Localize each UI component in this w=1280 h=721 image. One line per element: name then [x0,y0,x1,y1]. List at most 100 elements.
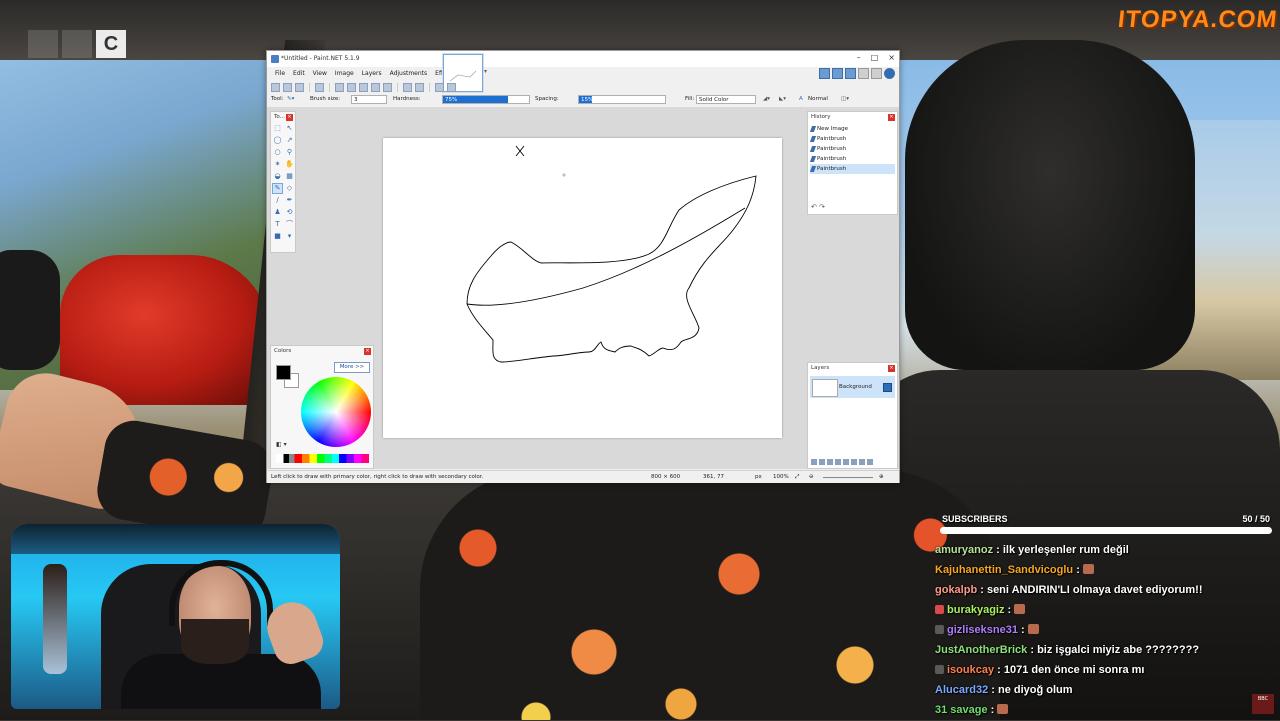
chat-username[interactable]: isoukcay [947,664,994,676]
minimize-button[interactable]: – [857,53,861,62]
history-undo-redo-icons[interactable]: ↶ ↷ [811,203,825,211]
ruler-icon[interactable] [447,82,456,92]
move-pixels-icon[interactable]: ↗ [285,136,294,145]
paste-icon[interactable] [359,82,368,92]
tools-panel-close-button[interactable]: × [286,114,293,121]
selection-mode-icon[interactable]: ◫▾ [841,96,849,102]
zoom-in-icon[interactable]: ⊕ [879,471,884,483]
eraser-icon[interactable]: ◇ [285,184,294,193]
chat-username[interactable]: burakyagiz [947,604,1004,616]
shapes-dropdown-icon[interactable]: ▾ [285,232,294,241]
image-list-dropdown-icon[interactable]: ▾ [484,68,487,75]
tools-toggle-icon[interactable] [819,68,830,79]
alpha-blend-icon[interactable]: ◣▾ [779,96,786,102]
text-icon[interactable]: T [273,220,282,229]
duplicate-layer-icon[interactable] [827,459,833,465]
cut-icon[interactable] [335,82,344,92]
history-item[interactable]: Paintbrush [810,144,895,154]
fill-mode-select[interactable]: Solid Color [696,95,756,104]
layer-row[interactable]: Background [810,376,895,398]
colors-toggle-icon[interactable] [858,68,869,79]
layers-toggle-icon[interactable] [845,68,856,79]
menu-layers[interactable]: Layers [358,68,386,80]
crop-icon[interactable] [371,82,380,92]
redo-icon[interactable] [415,82,424,92]
copy-icon[interactable] [347,82,356,92]
more-colors-button[interactable]: More >> [334,362,370,373]
hardness-slider[interactable]: 75% [442,95,530,104]
chat-username[interactable]: gokalpb [935,584,977,596]
maximize-button[interactable]: □ [871,53,879,62]
palette-menu-icon[interactable]: ◧ ▾ [276,441,287,448]
menu-edit[interactable]: Edit [289,68,309,80]
chat-username[interactable]: gizliseksne31 [947,624,1018,636]
paintbrush-tool-icon[interactable]: ✎▾ [287,96,294,102]
history-item[interactable]: Paintbrush [810,154,895,164]
line-curve-icon[interactable]: ⌒ [285,220,294,229]
zoom-out-icon[interactable]: ⊖ [809,471,814,483]
chat-username[interactable]: Kajuhanettin_Sandvicoglu [935,564,1073,576]
menu-file[interactable]: File [271,68,289,80]
layer-visibility-checkbox[interactable] [883,383,892,392]
gradient-icon[interactable]: ▦ [285,172,294,181]
status-zoom[interactable]: 100% [773,471,789,483]
brush-size-input[interactable]: 3 [351,95,387,104]
primary-color-swatch[interactable] [276,365,291,380]
color-wheel[interactable] [301,377,371,447]
shapes-icon[interactable]: ■ [273,232,282,241]
antialias-icon[interactable]: ◢▾ [763,96,770,102]
open-file-icon[interactable] [283,82,292,92]
menu-view[interactable]: View [309,68,331,80]
magic-wand-icon[interactable]: ✶ [273,160,282,169]
zoom-fit-icon[interactable]: ⤢ [795,471,799,483]
menu-image[interactable]: Image [331,68,358,80]
drawing-canvas[interactable] [383,138,782,438]
delete-layer-icon[interactable] [819,459,825,465]
settings-icon[interactable] [871,68,882,79]
layer-properties-icon[interactable] [859,459,865,465]
history-panel-close-button[interactable]: × [888,114,895,121]
color-palette-strip[interactable] [276,454,369,463]
new-file-icon[interactable] [271,82,280,92]
deselect-icon[interactable] [383,82,392,92]
undo-icon[interactable] [403,82,412,92]
merge-layer-icon[interactable] [835,459,841,465]
blend-mode-select[interactable]: Normal [808,96,828,102]
move-layer-down-icon[interactable] [851,459,857,465]
save-file-icon[interactable] [295,82,304,92]
chat-username[interactable]: JustAnotherBrick [935,644,1027,656]
pencil-icon[interactable]: / [273,196,282,205]
grid-icon[interactable] [435,82,444,92]
layer-settings-icon[interactable] [867,459,873,465]
layers-panel-close-button[interactable]: × [888,365,895,372]
pan-icon[interactable]: ✋ [285,160,294,169]
add-layer-icon[interactable] [811,459,817,465]
print-icon[interactable] [315,82,324,92]
zoom-slider[interactable] [823,477,873,478]
help-icon[interactable] [884,68,895,79]
paint-bucket-icon[interactable]: ◒ [273,172,282,181]
ellipse-select-icon[interactable]: ○ [273,148,282,157]
clone-stamp-icon[interactable]: ♟ [273,208,282,217]
history-item[interactable]: Paintbrush [810,134,895,144]
chat-username[interactable]: 31 savage [935,704,988,716]
history-item[interactable]: New Image [810,124,895,134]
chat-username[interactable]: amuryanoz [935,544,993,556]
menu-adjustments[interactable]: Adjustments [386,68,432,80]
window-titlebar[interactable]: *Untitled - Paint.NET 5.1.9 – □ × [267,51,899,67]
colors-panel-close-button[interactable]: × [364,348,371,355]
move-layer-up-icon[interactable] [843,459,849,465]
spacing-slider[interactable]: 15% [578,95,666,104]
history-item-selected[interactable]: Paintbrush [810,164,895,174]
status-units[interactable]: px [755,471,762,483]
move-selected-icon[interactable]: ↖ [285,124,294,133]
chat-username[interactable]: Alucard32 [935,684,988,696]
close-button[interactable]: × [888,53,895,62]
paintbrush-icon[interactable]: ✎ [272,183,283,194]
zoom-icon[interactable]: ⚲ [285,148,294,157]
history-toggle-icon[interactable] [832,68,843,79]
color-picker-icon[interactable]: ✒ [285,196,294,205]
recolor-icon[interactable]: ⟲ [285,208,294,217]
lasso-select-icon[interactable]: ◯ [273,136,282,145]
move-selection-icon[interactable]: ⬚ [273,124,282,133]
